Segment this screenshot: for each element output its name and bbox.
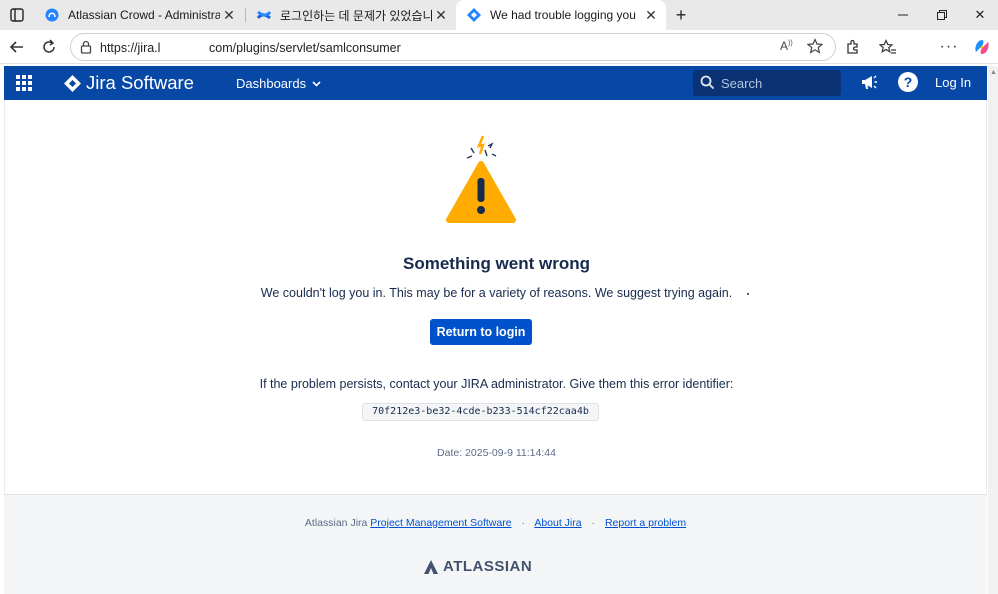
footer-separator: · (591, 517, 596, 529)
crowd-icon (44, 7, 60, 23)
jira-logo-icon (64, 74, 81, 92)
site-info-icon[interactable] (80, 40, 92, 59)
back-icon[interactable] (6, 36, 28, 58)
reload-icon[interactable] (38, 36, 60, 58)
stray-dot (747, 293, 749, 295)
close-tab-icon[interactable]: ✕ (434, 8, 448, 22)
confluence-icon (256, 7, 272, 23)
log-in-link[interactable]: Log In (935, 75, 971, 90)
browser-tab-crowd[interactable]: Atlassian Crowd - Administration ✕ (34, 0, 244, 30)
return-to-login-button[interactable]: Return to login (430, 319, 532, 345)
tab-title: Atlassian Crowd - Administration (68, 8, 220, 22)
app-switcher-icon[interactable] (16, 75, 32, 91)
page-scrollbar[interactable]: ▲ (988, 66, 998, 594)
contact-admin-text: If the problem persists, contact your JI… (259, 377, 734, 391)
page-footer: Atlassian Jira Project Management Softwa… (4, 494, 987, 594)
jira-header: Jira Software Dashboards Search ? Log In (4, 66, 987, 100)
browser-tab-confluence[interactable]: 로그인하는 데 문제가 있었습니다 ✕ (246, 0, 456, 30)
error-message: We couldn't log you in. This may be for … (260, 286, 733, 300)
search-placeholder: Search (721, 76, 763, 91)
atlassian-icon (424, 559, 438, 574)
chevron-down-icon (312, 79, 321, 89)
help-icon[interactable]: ? (898, 72, 918, 92)
minimize-icon[interactable] (886, 0, 920, 30)
error-heading: Something went wrong (403, 254, 590, 273)
atlassian-wordmark: ATLASSIAN (443, 558, 533, 575)
atlassian-logo[interactable]: ATLASSIAN (424, 558, 532, 575)
dashboards-menu[interactable]: Dashboards (236, 76, 321, 91)
copilot-icon[interactable] (971, 36, 993, 58)
warning-illustration (445, 134, 517, 229)
project-management-link[interactable]: Project Management Software (370, 517, 511, 529)
browser-tab-jira-active[interactable]: We had trouble logging you in. - ✕ (456, 0, 666, 30)
footer-links: Atlassian Jira Project Management Softwa… (4, 517, 987, 529)
extensions-icon[interactable] (842, 36, 864, 58)
tab-actions-icon[interactable] (0, 0, 34, 30)
search-icon (700, 75, 715, 95)
footer-prefix: Atlassian Jira (304, 517, 368, 529)
error-date: Date: 2025-09-9 11:14:44 (437, 447, 556, 459)
address-bar[interactable]: https://jira.l com/plugins/servlet/samlc… (70, 33, 836, 61)
report-problem-link[interactable]: Report a problem (605, 517, 686, 529)
url-text: https://jira.l com/plugins/servlet/samlc… (100, 41, 401, 55)
dashboards-label: Dashboards (236, 76, 307, 91)
more-menu-icon[interactable]: ··· (938, 36, 960, 58)
tab-title: 로그인하는 데 문제가 있었습니다 (280, 8, 432, 23)
scroll-up-icon[interactable]: ▲ (990, 69, 997, 76)
browser-toolbar: https://jira.l com/plugins/servlet/samlc… (0, 30, 998, 64)
error-identifier: 70f212e3-be32-4cde-b233-514cf22caa4b (362, 403, 599, 421)
close-tab-icon[interactable]: ✕ (644, 8, 658, 22)
read-aloud-icon[interactable]: A)) (780, 39, 793, 53)
error-page: Something went wrong We couldn't log you… (4, 100, 987, 494)
about-jira-link[interactable]: About Jira (534, 517, 581, 529)
footer-separator: · (521, 517, 525, 529)
close-window-icon[interactable]: ✕ (963, 0, 997, 30)
search-input[interactable]: Search (693, 70, 841, 96)
new-tab-icon[interactable]: + (664, 0, 698, 30)
jira-software-logo[interactable]: Jira Software (64, 72, 194, 94)
favorites-icon[interactable] (877, 36, 899, 58)
product-name: Jira Software (86, 72, 194, 93)
restore-icon[interactable] (925, 0, 959, 30)
close-tab-icon[interactable]: ✕ (222, 8, 236, 22)
favorite-star-icon[interactable] (806, 38, 824, 59)
tab-title: We had trouble logging you in. - (490, 8, 640, 22)
jira-icon (466, 7, 482, 23)
browser-tab-strip: Atlassian Crowd - Administration ✕ 로그인하는… (0, 0, 998, 30)
megaphone-icon[interactable] (859, 72, 879, 97)
